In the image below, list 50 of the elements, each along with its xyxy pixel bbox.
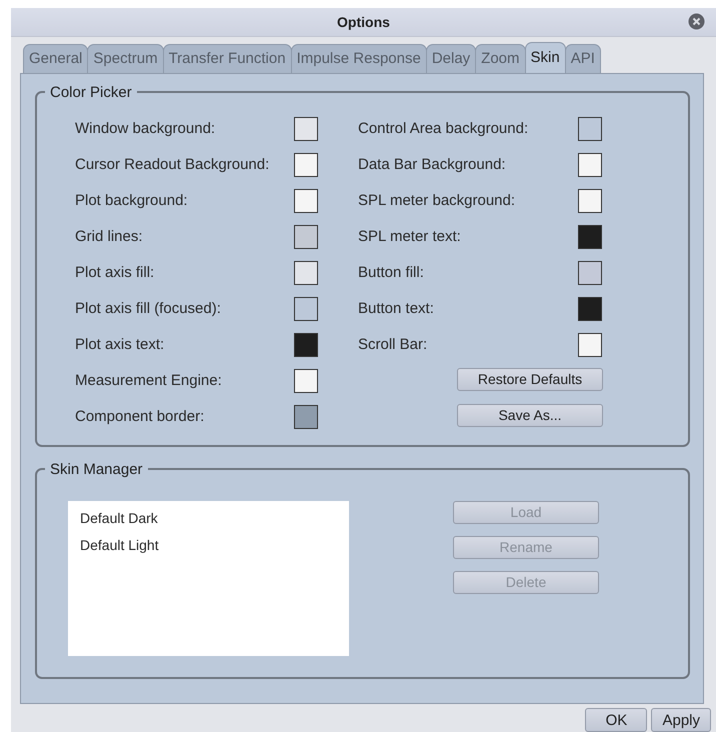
color-swatch[interactable]: [294, 152, 318, 177]
color-swatch[interactable]: [294, 296, 318, 321]
color-swatch[interactable]: [578, 188, 602, 213]
color-swatch[interactable]: [578, 224, 602, 249]
tab[interactable]: Skin: [524, 42, 566, 73]
color-swatch[interactable]: [294, 368, 318, 393]
color-swatch[interactable]: [294, 332, 318, 357]
color-label: Plot axis fill (focused):: [75, 300, 222, 318]
color-swatch[interactable]: [578, 332, 602, 357]
dialog-button[interactable]: OK: [585, 708, 648, 732]
close-icon[interactable]: [688, 13, 705, 30]
tab[interactable]: API: [564, 44, 601, 73]
color-swatch[interactable]: [578, 116, 602, 141]
tab[interactable]: Transfer Function: [162, 44, 292, 73]
color-label: Component border:: [75, 408, 206, 426]
color-label: Data Bar Background:: [358, 156, 507, 174]
color-label: Cursor Readout Background:: [75, 156, 270, 174]
color-swatch[interactable]: [578, 296, 602, 321]
color-label: Grid lines:: [75, 228, 144, 246]
color-swatch[interactable]: [294, 260, 318, 285]
color-label: SPL meter background:: [358, 192, 516, 210]
tab[interactable]: Delay: [426, 44, 476, 73]
group-title: Skin Manager: [49, 460, 144, 478]
color-swatch[interactable]: [294, 404, 318, 429]
color-label: Scroll Bar:: [358, 336, 428, 354]
color-swatch[interactable]: [294, 116, 318, 141]
color-swatch[interactable]: [578, 152, 602, 177]
skin-item[interactable]: Default Dark: [68, 504, 349, 532]
color-label: Button text:: [358, 300, 435, 318]
color-label: Measurement Engine:: [75, 372, 223, 390]
skin-item[interactable]: Default Light: [68, 532, 349, 559]
color-label: Plot axis fill:: [75, 264, 156, 282]
color-label: Plot axis text:: [75, 336, 166, 354]
tab[interactable]: General: [23, 44, 88, 73]
color-label: SPL meter text:: [358, 228, 462, 246]
dialog-button[interactable]: Apply: [651, 708, 711, 732]
color-label: Plot background:: [75, 192, 189, 210]
tab[interactable]: Impulse Response: [290, 44, 427, 73]
color-label: Window background:: [75, 120, 216, 138]
window-title: Options: [337, 14, 390, 30]
color-label: Button fill:: [358, 264, 425, 282]
group-title: Color Picker: [49, 84, 133, 101]
color-swatch[interactable]: [294, 224, 318, 249]
color-swatch[interactable]: [578, 260, 602, 285]
color-swatch[interactable]: [294, 188, 318, 213]
tab[interactable]: Spectrum: [87, 44, 164, 73]
tab[interactable]: Zoom: [475, 44, 526, 73]
color-label: Control Area background:: [358, 120, 530, 138]
action-button[interactable]: Restore Defaults: [457, 368, 603, 391]
action-button[interactable]: Save As...: [457, 404, 603, 427]
